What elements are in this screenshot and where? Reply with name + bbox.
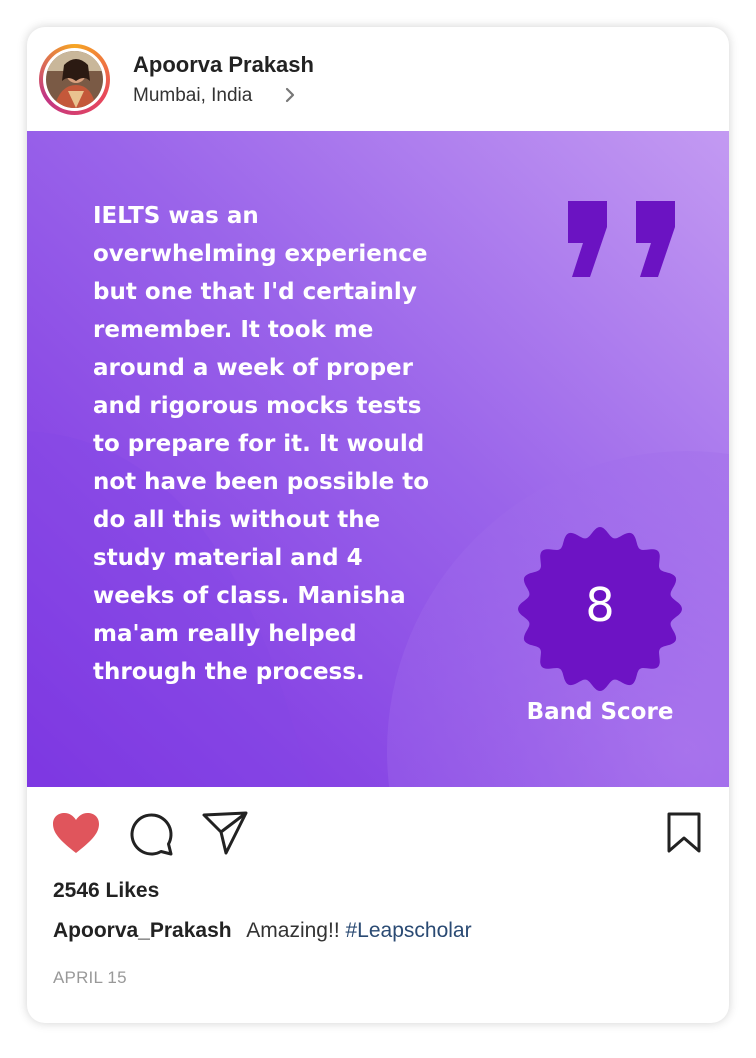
avatar-photo <box>46 51 103 108</box>
caption-username[interactable]: Apoorva_Prakash <box>53 919 232 942</box>
bookmark-icon[interactable] <box>666 812 702 854</box>
avatar-frame <box>43 48 106 111</box>
user-location[interactable]: Mumbai, India <box>133 85 252 107</box>
chevron-right-icon[interactable] <box>284 87 296 103</box>
post-image[interactable]: IELTS was an overwhelming experience but… <box>27 131 729 787</box>
send-icon[interactable] <box>201 810 249 856</box>
caption-hashtag[interactable]: #Leapscholar <box>346 919 472 942</box>
caption-text: Amazing!! <box>246 919 340 942</box>
post-date: APRIL 15 <box>53 968 127 987</box>
likes-count[interactable]: 2546 Likes <box>53 879 159 903</box>
user-name[interactable]: Apoorva Prakash <box>133 52 314 78</box>
action-bar <box>27 787 729 877</box>
band-score-label: Band Score <box>526 699 674 725</box>
post-header: Apoorva Prakash Mumbai, India <box>27 27 729 131</box>
heart-icon[interactable] <box>52 812 100 854</box>
avatar[interactable] <box>39 44 110 115</box>
testimonial-quote: IELTS was an overwhelming experience but… <box>93 203 429 685</box>
comment-icon[interactable] <box>128 811 174 857</box>
post-card: Apoorva Prakash Mumbai, India IELTS was … <box>27 27 729 1023</box>
band-score-value: 8 <box>585 578 615 632</box>
post-caption: Apoorva_Prakash Amazing!! #Leapscholar <box>53 919 472 943</box>
